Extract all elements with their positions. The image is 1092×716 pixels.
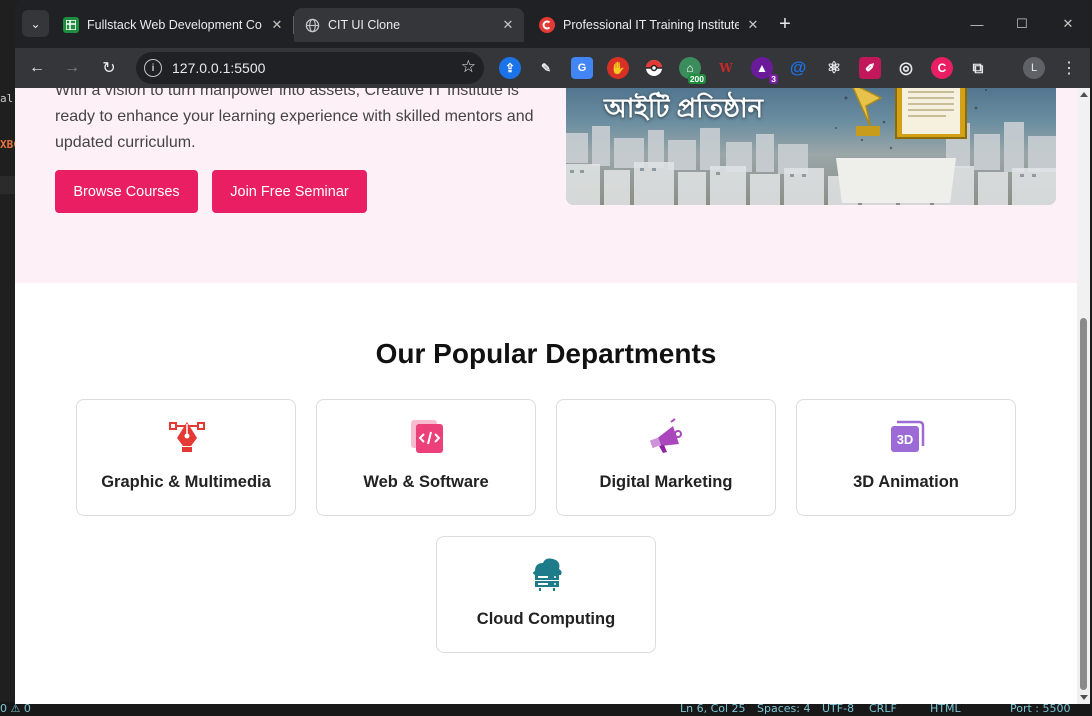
close-window-button[interactable]: ✕	[1054, 10, 1082, 38]
close-icon[interactable]: ✕	[745, 17, 761, 33]
colorzilla-extension-icon[interactable]: C	[931, 57, 953, 79]
new-tab-button[interactable]: +	[773, 12, 797, 36]
department-card-3d[interactable]: 3D 3D Animation	[796, 399, 1016, 516]
status-port[interactable]: Port : 5500	[1010, 702, 1071, 716]
extension-badge: 3	[769, 74, 778, 84]
translate-extension-icon[interactable]: G	[571, 57, 593, 79]
editor-background: al XBC	[0, 0, 20, 716]
forward-button[interactable]: →	[58, 54, 86, 82]
status-extension-icon[interactable]: ⌂ 200	[679, 57, 706, 84]
hero-image: আইটি প্রতিষ্ঠান	[566, 88, 1056, 205]
department-label: Graphic & Multimedia	[101, 473, 271, 491]
scroll-down-icon[interactable]	[1080, 695, 1088, 700]
editor-statusbar: 0 ⚠ 0 Ln 6, Col 25 Spaces: 4 UTF-8 CRLF …	[0, 702, 1092, 716]
department-label: 3D Animation	[853, 473, 959, 491]
profile-avatar[interactable]: L	[1023, 57, 1045, 79]
tab-search-button[interactable]: ⌄	[22, 10, 49, 37]
browse-courses-button[interactable]: Browse Courses	[55, 170, 198, 213]
page-scrollbar[interactable]	[1077, 88, 1090, 704]
close-icon[interactable]: ✕	[500, 17, 516, 33]
maximize-button[interactable]: ☐	[1008, 10, 1036, 38]
pen-extension-icon[interactable]: ✐	[859, 57, 881, 79]
pen-tool-icon	[169, 418, 205, 454]
join-seminar-button[interactable]: Join Free Seminar	[212, 170, 367, 213]
maximize-icon: ☐	[1016, 16, 1028, 31]
share-extension-icon[interactable]: ⇪	[499, 57, 521, 79]
hero-image-caption: আইটি প্রতিষ্ঠান	[604, 93, 764, 123]
department-label: Cloud Computing	[476, 610, 616, 628]
tab-strip: ⌄ Fullstack Web Development Co ✕ CIT UI …	[15, 0, 1090, 48]
status-encoding[interactable]: UTF-8	[822, 702, 854, 716]
tab-cit-ui-clone[interactable]: CIT UI Clone ✕	[294, 8, 524, 42]
minimize-icon: —	[970, 16, 984, 32]
megaphone-icon	[649, 418, 685, 454]
at-extension-icon[interactable]: @	[787, 57, 809, 79]
color-picker-extension-icon[interactable]: ✎	[535, 57, 557, 79]
browser-window: ⌄ Fullstack Web Development Co ✕ CIT UI …	[15, 0, 1090, 704]
3d-icon-text: 3D	[896, 432, 914, 447]
department-card-graphic[interactable]: Graphic & Multimedia	[76, 399, 296, 516]
block-extension-icon[interactable]: ✋	[607, 57, 629, 79]
status-eol[interactable]: CRLF	[869, 702, 897, 716]
close-icon: ✕	[1062, 16, 1074, 31]
hero-description: With a vision to turn manpower into asse…	[55, 88, 534, 151]
browser-toolbar: ← → ↻ i 127.0.0.1:5500 ☆ ⇪ ✎ G ✋ ⌂ 200 W…	[15, 48, 1090, 88]
3d-cube-icon: 3D	[889, 418, 925, 454]
chevron-down-icon: ⌄	[30, 16, 41, 31]
editor-fragment: al	[0, 92, 14, 105]
cloud-server-icon	[529, 555, 565, 591]
arrow-right-icon: →	[64, 59, 80, 76]
react-devtools-icon[interactable]: ⚛	[823, 57, 845, 79]
page-viewport: With a vision to turn manpower into asse…	[15, 88, 1090, 704]
department-label: Web & Software	[363, 473, 489, 491]
department-card-web[interactable]: Web & Software	[316, 399, 536, 516]
tab-title: Fullstack Web Development Co	[87, 18, 262, 32]
hat-extension-icon[interactable]: ▲ 3	[751, 57, 778, 84]
department-label: Digital Marketing	[599, 473, 733, 491]
hero-section: With a vision to turn manpower into asse…	[15, 88, 1077, 283]
minimize-button[interactable]: —	[963, 10, 991, 38]
target-extension-icon[interactable]: ◎	[895, 57, 917, 79]
arrow-left-icon: ←	[29, 59, 45, 76]
code-file-icon	[409, 418, 445, 454]
back-button[interactable]: ←	[23, 54, 51, 82]
tab-fullstack[interactable]: Fullstack Web Development Co ✕	[53, 8, 293, 42]
reload-icon: ↻	[102, 60, 116, 77]
bookmark-star-icon[interactable]: ☆	[461, 57, 476, 77]
extension-badge: 200	[687, 74, 706, 84]
lock-icon: ⌂	[686, 61, 694, 75]
globe-icon	[304, 17, 320, 33]
graduation-icon: ▲	[756, 61, 768, 75]
status-position[interactable]: Ln 6, Col 25	[680, 702, 746, 716]
kebab-menu-icon[interactable]: ⋮	[1057, 56, 1081, 80]
scrollbar-thumb[interactable]	[1080, 318, 1087, 690]
status-problems[interactable]: 0 ⚠ 0	[0, 702, 31, 716]
tab-professional-it[interactable]: Professional IT Training Institute ✕	[529, 8, 769, 42]
close-icon[interactable]: ✕	[269, 17, 285, 33]
status-spaces[interactable]: Spaces: 4	[757, 702, 810, 716]
tab-title: CIT UI Clone	[328, 18, 401, 32]
editor-line	[0, 176, 15, 194]
address-bar[interactable]: i 127.0.0.1:5500 ☆	[136, 52, 484, 84]
address-url[interactable]: 127.0.0.1:5500	[172, 60, 265, 76]
pokeball-extension-icon[interactable]	[643, 57, 665, 79]
puzzle-extensions-icon[interactable]: ⧉	[967, 57, 989, 79]
creative-it-icon	[539, 17, 555, 33]
site-info-icon[interactable]: i	[144, 59, 162, 77]
department-card-cloud[interactable]: Cloud Computing	[436, 536, 656, 653]
sheets-icon	[63, 17, 79, 33]
department-card-marketing[interactable]: Digital Marketing	[556, 399, 776, 516]
status-language[interactable]: HTML	[930, 702, 961, 716]
reload-button[interactable]: ↻	[95, 54, 123, 82]
plus-icon: +	[779, 12, 791, 35]
w-extension-icon[interactable]: W	[715, 57, 737, 79]
departments-title: Our Popular Departments	[375, 338, 717, 369]
scroll-up-icon[interactable]	[1080, 92, 1088, 97]
tab-title: Professional IT Training Institute	[563, 18, 739, 32]
